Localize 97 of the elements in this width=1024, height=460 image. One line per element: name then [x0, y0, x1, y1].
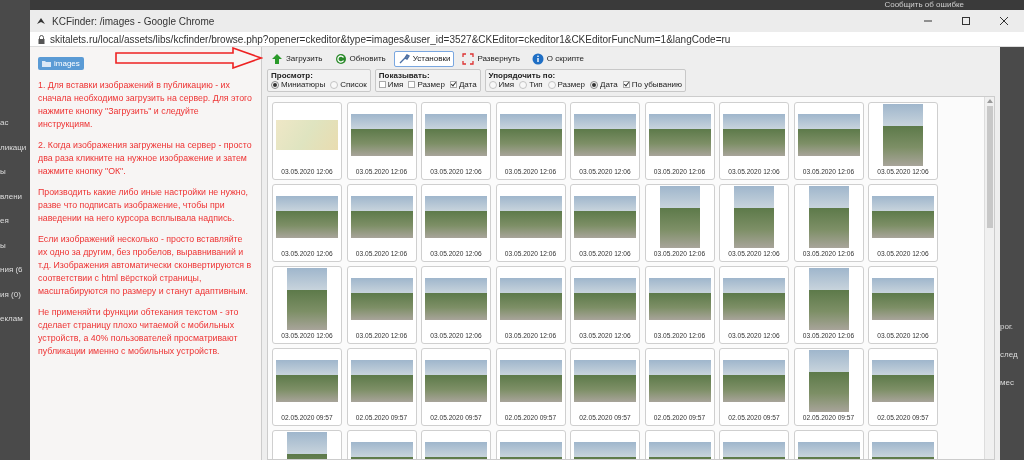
- toolbar-button[interactable]: О скрипте: [527, 50, 589, 67]
- upload-arrow-icon: [271, 52, 283, 65]
- photo-placeholder: [872, 360, 934, 402]
- maximize-icon: [961, 16, 971, 26]
- group-legend: Показывать:: [378, 71, 477, 80]
- info-icon: [531, 52, 544, 65]
- photo-placeholder: [648, 360, 711, 402]
- photo-placeholder: [808, 186, 849, 248]
- photo-placeholder: [499, 278, 562, 320]
- photo-placeholder: [425, 360, 487, 402]
- photo-placeholder: [872, 196, 934, 238]
- photo-placeholder: [872, 278, 934, 320]
- photo-placeholder: [499, 196, 562, 238]
- option-label[interactable]: Имя: [387, 80, 404, 89]
- address-url: skitalets.ru/local/assets/libs/kcfinder/browse.php?opener=ckeditor&type=images&user_id=3527&CKEditor=ckeditor1&CKEditorFuncNum=1&langCode=ru: [50, 33, 731, 45]
- option-label[interactable]: Миниатюры: [281, 80, 326, 89]
- photo-placeholder: [499, 360, 562, 402]
- app-icon: [36, 16, 46, 26]
- wrench-icon: [397, 52, 410, 65]
- radio-button[interactable]: [330, 80, 339, 89]
- menu-item-fragment: ея: [0, 216, 10, 227]
- photo-placeholder: [574, 196, 636, 238]
- menu-item-fragment: ния (6: [0, 265, 24, 276]
- photo-placeholder: [574, 278, 636, 320]
- close-icon: [999, 16, 1009, 26]
- photo-placeholder: [659, 186, 700, 248]
- group-legend: Упорядочить по:: [488, 71, 683, 80]
- option-label[interactable]: Имя: [498, 80, 515, 89]
- instruction-text: Не применяйти функции обтекания текстом - это сделает страницу плохо читаемой с мобильных устройств, а 40% пользователей просматривают публикации именно с мобильных устройств.: [38, 306, 240, 358]
- option-label[interactable]: Размер: [417, 80, 445, 89]
- checkbox[interactable]: [449, 81, 457, 88]
- scroll-up-icon: [986, 99, 993, 103]
- photo-placeholder: [425, 196, 487, 238]
- photo-placeholder: [574, 114, 636, 156]
- option-label[interactable]: Тип: [529, 80, 543, 89]
- option-label[interactable]: Дата: [600, 80, 618, 89]
- menu-item-fragment: ы: [0, 167, 7, 178]
- option-label[interactable]: Список: [340, 80, 367, 89]
- scrollbar-thumb[interactable]: [986, 106, 993, 228]
- instruction-text: Производить какие либо иные настройки не нужно, разве что подписать изображение, чтобы при наведении на него курсора всплывала надпись.: [38, 186, 250, 225]
- toolbar-button[interactable]: Загрузить: [267, 50, 327, 67]
- report-error-link[interactable]: Сообщить об ошибке: [884, 0, 964, 10]
- radio-button[interactable]: [488, 80, 497, 89]
- photo-placeholder: [808, 268, 849, 330]
- toolbar-button[interactable]: Обновить: [330, 50, 390, 67]
- radio-button[interactable]: [547, 80, 556, 89]
- photo-placeholder: [499, 114, 562, 156]
- refresh-icon: [334, 52, 347, 65]
- instruction-text: 1. Для вставки изображений в публикацию - их сначала необходимо загрузить на сервер. Для этого нажмите кнопку "Загрузить" и следуйте инструкциям.: [38, 79, 253, 131]
- photo-placeholder: [734, 186, 774, 248]
- option-label[interactable]: Дата: [458, 80, 477, 89]
- scrollbar[interactable]: [984, 97, 994, 459]
- photo-placeholder: [350, 196, 413, 238]
- photo-placeholder: [574, 360, 636, 402]
- photo-placeholder: [425, 114, 487, 156]
- page-text-fragment: рог.: [1000, 322, 1015, 333]
- instruction-text: Если изображений несколько - просто вставляйте их одно за другим, без пробелов, выравниваний и т.д. Изображения автоматически сконвертируются в соответствии с html вёрсткой страницы, масштабируются по размеру и станут адаптивным.: [38, 233, 253, 298]
- checkbox[interactable]: [622, 81, 630, 88]
- checkbox[interactable]: [378, 81, 386, 88]
- photo-placeholder: [723, 278, 785, 320]
- photo-placeholder: [883, 104, 923, 166]
- menu-item-fragment: ас: [0, 118, 10, 129]
- map-thumbnail: [276, 120, 338, 150]
- expand-corners-icon: [462, 52, 475, 65]
- checkbox[interactable]: [408, 81, 416, 88]
- photo-placeholder: [648, 278, 711, 320]
- photo-placeholder: [287, 268, 327, 330]
- option-label[interactable]: Размер: [557, 80, 586, 89]
- menu-item-fragment: ы: [0, 240, 7, 252]
- page-text-fragment: след: [1000, 350, 1019, 361]
- folder-icon: [42, 60, 51, 67]
- menu-item-fragment: ликаци: [0, 142, 28, 154]
- photo-placeholder: [648, 114, 711, 156]
- radio-button[interactable]: [590, 80, 599, 89]
- radio-button[interactable]: [519, 80, 528, 89]
- menu-item-fragment: ия (0): [0, 289, 22, 301]
- toolbar-button[interactable]: Развернуть: [458, 50, 524, 67]
- photo-placeholder: [350, 360, 413, 402]
- instruction-text: 2. Когда изображения загружены на сервер - просто два раза кликните на нужное изображение и затем нажмите кнопку "ОК".: [38, 139, 253, 178]
- photo-placeholder: [276, 360, 338, 402]
- menu-item-fragment: влени: [0, 191, 24, 203]
- photo-placeholder: [350, 114, 413, 156]
- toolbar-button[interactable]: Установки: [393, 50, 455, 67]
- radio-button[interactable]: [271, 80, 279, 89]
- photo-placeholder: [425, 278, 487, 320]
- option-label[interactable]: По убыванию: [631, 80, 683, 89]
- photo-placeholder: [797, 114, 860, 156]
- photo-placeholder: [350, 278, 413, 320]
- menu-item-fragment: еклам: [0, 314, 24, 325]
- photo-placeholder: [276, 196, 338, 238]
- photo-placeholder: [723, 360, 785, 402]
- group-legend: Просмотр:: [271, 71, 367, 80]
- lock-icon: [38, 34, 45, 44]
- window-title: KCFinder: /images - Google Chrome: [52, 15, 216, 27]
- photo-placeholder: [808, 350, 849, 412]
- page-text-fragment: мес: [1000, 378, 1015, 389]
- photo-placeholder: [723, 114, 785, 156]
